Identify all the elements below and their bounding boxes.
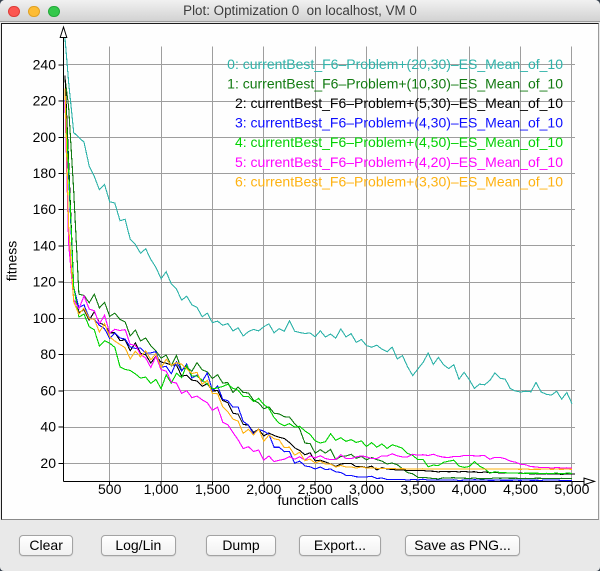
svg-text:80: 80 [40, 346, 56, 362]
svg-text:1: currentBest_F6–Problem+(10,: 1: currentBest_F6–Problem+(10,30)–ES_Mea… [227, 75, 563, 91]
svg-text:200: 200 [33, 129, 57, 145]
svg-text:4,000: 4,000 [452, 481, 487, 497]
svg-text:3,500: 3,500 [400, 481, 435, 497]
svg-text:60: 60 [40, 382, 56, 398]
svg-text:500: 500 [98, 481, 122, 497]
svg-text:fitness: fitness [4, 241, 20, 281]
svg-text:100: 100 [33, 310, 57, 326]
svg-text:1,000: 1,000 [144, 481, 179, 497]
svg-text:220: 220 [33, 93, 57, 109]
svg-text:2,000: 2,000 [246, 481, 281, 497]
svg-text:4: currentBest_F6–Problem+(4,5: 4: currentBest_F6–Problem+(4,50)–ES_Mean… [235, 134, 563, 150]
svg-text:40: 40 [40, 419, 56, 435]
svg-text:120: 120 [33, 274, 57, 290]
svg-text:140: 140 [33, 238, 57, 254]
svg-text:240: 240 [33, 56, 57, 72]
svg-text:5: currentBest_F6–Problem+(4,2: 5: currentBest_F6–Problem+(4,20)–ES_Mean… [235, 154, 563, 170]
svg-text:function calls: function calls [278, 492, 359, 508]
svg-text:160: 160 [33, 201, 57, 217]
svg-text:5,000: 5,000 [554, 481, 589, 497]
svg-text:3: currentBest_F6–Problem+(4,3: 3: currentBest_F6–Problem+(4,30)–ES_Mean… [235, 115, 563, 131]
svg-text:6: currentBest_F6–Problem+(3,3: 6: currentBest_F6–Problem+(3,30)–ES_Mean… [235, 173, 563, 189]
svg-text:2: currentBest_F6–Problem+(5,3: 2: currentBest_F6–Problem+(5,30)–ES_Mean… [235, 95, 563, 111]
svg-text:1,500: 1,500 [195, 481, 230, 497]
svg-text:4,500: 4,500 [503, 481, 538, 497]
svg-text:180: 180 [33, 165, 57, 181]
svg-text:20: 20 [40, 455, 56, 471]
svg-text:0: currentBest_F6–Problem+(20,: 0: currentBest_F6–Problem+(20,30)–ES_Mea… [227, 56, 563, 72]
